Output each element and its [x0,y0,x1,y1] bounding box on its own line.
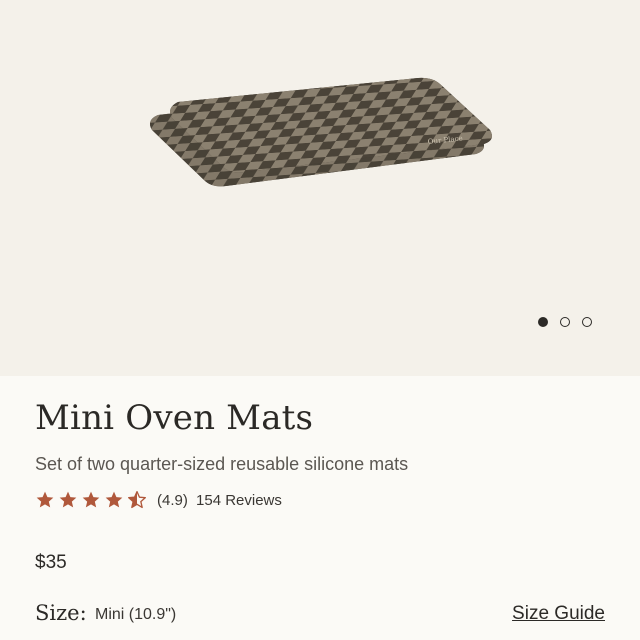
size-value: Mini (10.9") [95,606,177,623]
rating-stars [35,490,147,510]
product-info: Mini Oven Mats Set of two quarter-sized … [0,376,640,640]
carousel-dot-1[interactable] [538,317,548,327]
star-full-icon [82,491,100,508]
rating-value: (4.9) [157,491,188,509]
carousel-dot-2[interactable] [560,317,570,327]
product-rating[interactable]: (4.9) 154 Reviews [35,490,282,510]
product-gallery[interactable]: Our Place [0,0,640,376]
oven-mat-top [170,77,492,173]
star-full-icon [59,491,77,508]
review-count: 154 Reviews [196,491,282,509]
star-half-icon [127,491,146,509]
product-image: Our Place [150,77,492,187]
size-label: Size: [35,601,87,625]
carousel-dots [538,317,592,327]
star-full-icon [105,491,123,508]
size-selector: Size: Mini (10.9") Size Guide [35,601,605,629]
star-full-icon [36,491,54,508]
size-guide-link[interactable]: Size Guide [512,603,605,625]
product-subtitle: Set of two quarter-sized reusable silico… [35,454,409,474]
rating-summary: (4.9) 154 Reviews [157,492,282,509]
carousel-dot-3[interactable] [582,317,592,327]
product-price: $35 [35,552,67,573]
product-title: Mini Oven Mats [35,398,314,438]
